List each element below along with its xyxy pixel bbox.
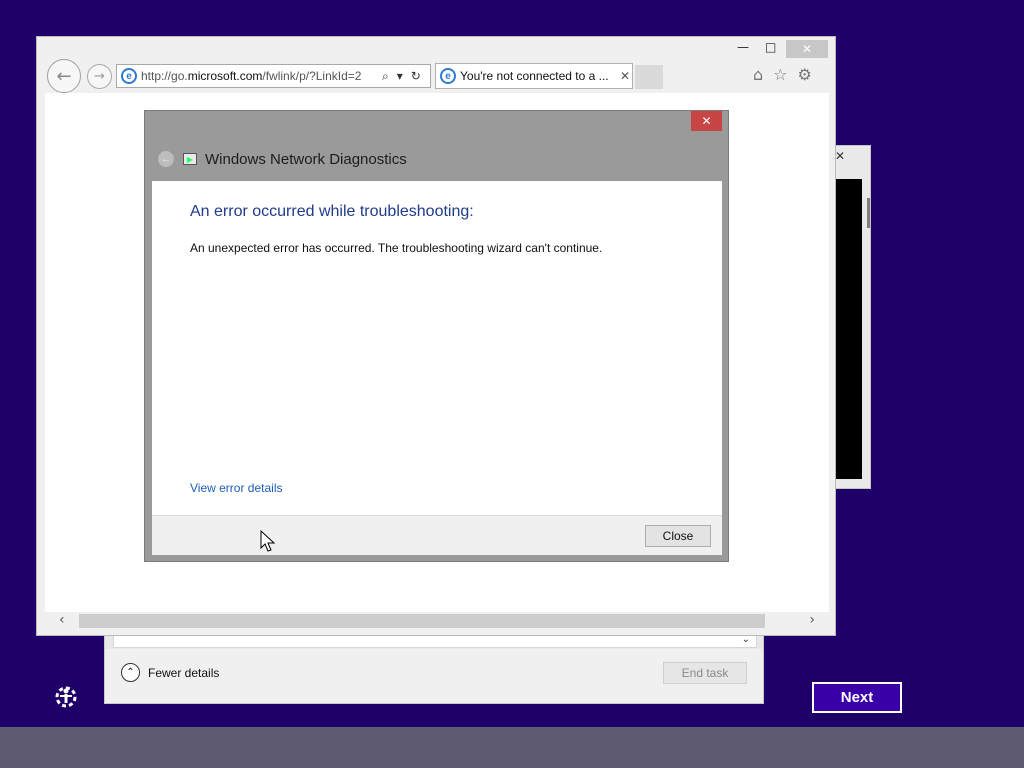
chevron-up-icon: ⌃ xyxy=(121,663,140,682)
url-text: http://go.microsoft.com/fwlink/p/?LinkId… xyxy=(141,69,362,83)
close-icon[interactable]: ✕ xyxy=(835,149,845,163)
browser-tab[interactable]: e You're not connected to a ... ✕ xyxy=(435,63,633,89)
error-heading: An error occurred while troubleshooting: xyxy=(190,203,474,220)
ease-of-access-icon[interactable] xyxy=(52,683,80,711)
dropdown-icon[interactable]: ▾ xyxy=(397,69,403,84)
dialog-footer: Close xyxy=(152,515,722,555)
network-diagnostics-icon: ▶ xyxy=(183,153,197,165)
end-task-button[interactable]: End task xyxy=(663,662,747,684)
search-icon[interactable]: ⌕ xyxy=(382,69,389,84)
close-dialog-button[interactable]: ✕ xyxy=(691,111,722,131)
back-button[interactable]: ← xyxy=(47,59,81,93)
ie-logo-icon: e xyxy=(440,68,456,84)
horizontal-scrollbar[interactable]: ‹ › xyxy=(45,612,829,630)
close-button[interactable]: Close xyxy=(645,525,711,547)
refresh-icon[interactable]: ↻ xyxy=(411,69,421,84)
fewer-details-label: Fewer details xyxy=(148,665,220,680)
home-icon[interactable]: ⌂ xyxy=(753,65,763,84)
mouse-cursor-icon xyxy=(260,530,276,552)
scrollbar[interactable] xyxy=(867,198,870,228)
error-message: An unexpected error has occurred. The tr… xyxy=(190,241,603,255)
scroll-thumb[interactable] xyxy=(79,614,765,628)
gear-icon[interactable]: ⚙ xyxy=(798,65,812,84)
minimize-button[interactable]: — xyxy=(737,40,749,54)
scroll-right-icon[interactable]: › xyxy=(809,612,815,628)
dialog-body: An error occurred while troubleshooting:… xyxy=(152,181,722,515)
star-icon[interactable]: ☆ xyxy=(773,65,787,84)
tab-title: You're not connected to a ... xyxy=(460,69,609,83)
back-arrow-icon[interactable]: ← xyxy=(157,150,175,168)
close-tab-icon[interactable]: ✕ xyxy=(620,69,630,83)
forward-button[interactable]: → xyxy=(87,64,112,89)
background-window: ✕ xyxy=(830,145,871,489)
fewer-details-button[interactable]: ⌃ Fewer details xyxy=(121,663,219,682)
scroll-left-icon[interactable]: ‹ xyxy=(59,612,65,628)
network-diagnostics-dialog: ✕ ← ▶ Windows Network Diagnostics An err… xyxy=(144,110,729,562)
ie-logo-icon: e xyxy=(121,68,137,84)
new-tab-button[interactable] xyxy=(635,65,663,89)
console-area xyxy=(836,179,862,479)
dialog-title: Windows Network Diagnostics xyxy=(205,150,407,168)
bottom-band xyxy=(0,727,1024,768)
view-error-details-link[interactable]: View error details xyxy=(190,481,282,495)
maximize-button[interactable]: □ xyxy=(765,40,776,54)
next-button[interactable]: Next xyxy=(812,682,902,713)
close-window-button[interactable]: ✕ xyxy=(786,40,828,58)
task-manager-footer: ⌃ Fewer details End task xyxy=(105,649,763,703)
address-bar[interactable]: e http://go.microsoft.com/fwlink/p/?Link… xyxy=(116,64,431,88)
